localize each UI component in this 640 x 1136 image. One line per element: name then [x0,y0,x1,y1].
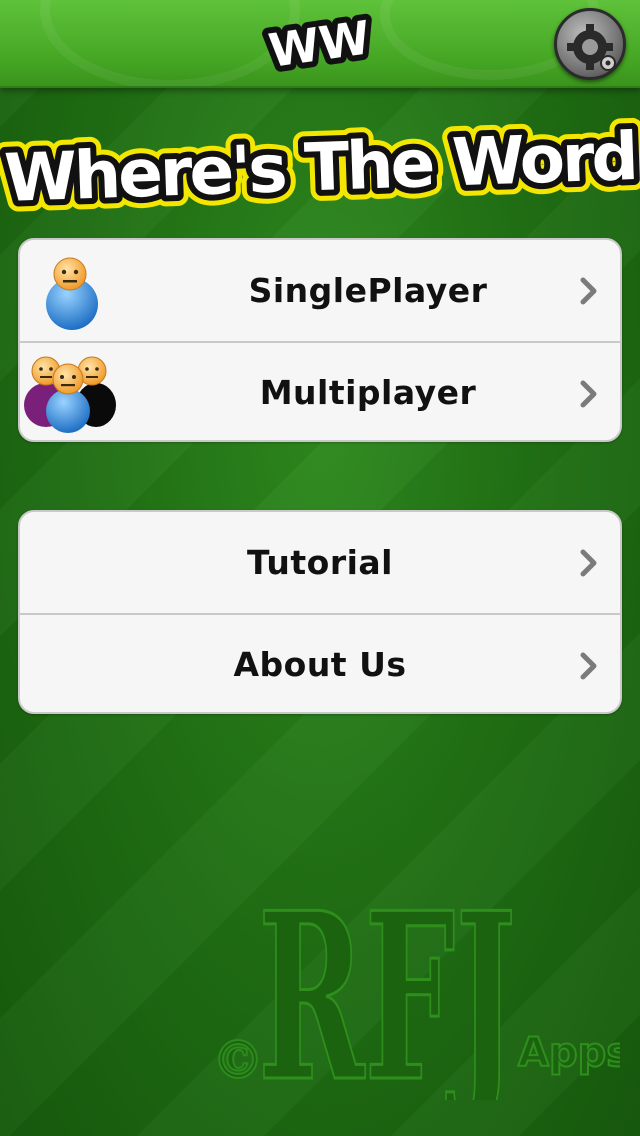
watermark-copyright: © [212,1030,264,1091]
multiplayer-row[interactable]: Multiplayer [20,341,620,440]
tutorial-label: Tutorial [247,543,393,582]
tutorial-row[interactable]: Tutorial [20,512,620,613]
gear-icon [567,24,616,71]
about-us-row[interactable]: About Us [20,613,620,712]
app-title: Where's The Word Where's The Word Where'… [0,107,640,228]
info-group: Tutorial About Us [18,510,622,714]
chevron-right-icon [580,277,597,305]
chevron-right-icon [580,380,597,408]
logo-text: WW [265,10,373,78]
single-player-icon [46,257,98,330]
navigation-bar: WW WW [0,0,640,88]
rfj-apps-watermark: © RFJ Apps [211,870,620,1100]
multiplayer-icon [24,356,116,433]
settings-button[interactable] [554,8,626,80]
title-text: Where's The Word [3,118,637,217]
chevron-right-icon [580,549,597,577]
ww-logo: WW WW [259,8,379,80]
singleplayer-label: SinglePlayer [248,271,488,310]
watermark-brand: RFJ [258,870,516,1100]
watermark-suffix: Apps [518,1030,620,1076]
singleplayer-row[interactable]: SinglePlayer [20,240,620,341]
chevron-right-icon [580,652,597,680]
multiplayer-label: Multiplayer [259,373,477,412]
about-us-label: About Us [233,645,407,684]
game-mode-group: SinglePlayer Multiplayer [18,238,622,442]
